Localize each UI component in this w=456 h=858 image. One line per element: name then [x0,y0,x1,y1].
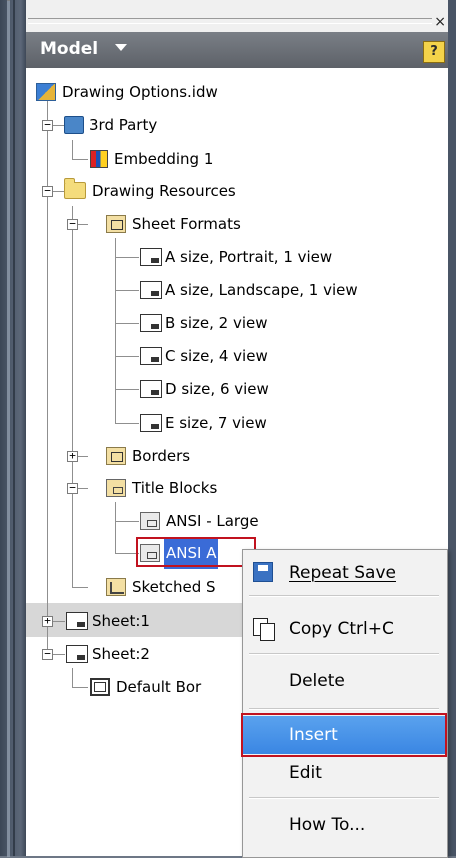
menu-separator [249,595,439,597]
collapse-icon[interactable]: − [42,185,53,197]
menu-separator [249,653,439,655]
context-menu: Repeat Save Copy Ctrl+C Delete Insert Ed… [241,549,448,858]
tree-label: Sheet:1 [92,612,150,630]
menu-item-how-to[interactable]: How To... [243,806,445,844]
menu-label: Edit [289,763,322,783]
menu-label: Delete [289,671,345,691]
collapse-icon[interactable]: − [42,119,53,131]
tree-line [47,98,48,653]
tree-label: E size, 7 view [165,414,267,432]
tree-label: Drawing Options.idw [62,83,218,101]
menu-label: How To... [289,815,366,835]
tree-label: Drawing Resources [92,182,236,200]
folder-icon [64,178,86,199]
browser-header: Model ? [26,32,448,68]
collapse-icon[interactable]: − [67,482,78,494]
borders-folder-icon [106,447,126,465]
menu-label: Copy Ctrl+C [289,619,394,639]
title-block-icon [140,512,160,530]
tree-label: 3rd Party [89,116,158,134]
help-icon[interactable]: ? [423,41,445,63]
menu-separator [249,708,439,710]
menu-item-delete[interactable]: Delete [243,662,445,700]
third-party-icon [64,116,84,134]
chevron-down-icon[interactable] [115,44,127,51]
tree-label: ANSI - Large [166,512,259,530]
menu-label: Repeat Save [289,563,396,583]
panel-title-strip: × [26,0,448,33]
tree-label: Title Blocks [132,479,218,497]
expand-icon[interactable]: + [42,615,53,627]
tree-label: A size, Landscape, 1 view [165,281,358,299]
title-blocks-folder-icon [106,479,126,497]
menu-item-edit[interactable]: Edit [243,754,445,792]
sheet-icon [66,612,88,630]
selection-highlight-box [136,537,256,567]
save-icon [253,562,273,582]
tree-label: Sketched S [132,578,216,596]
sheet-format-icon [140,281,162,299]
close-icon[interactable]: × [434,14,446,30]
tree-label: A size, Portrait, 1 view [165,248,333,266]
tree-label: Embedding 1 [114,150,214,168]
tree-label: Sheet Formats [132,215,241,233]
menu-separator [249,797,439,799]
insert-highlight-box [241,713,447,757]
drawing-file-icon [36,83,56,101]
tree-label: B size, 2 view [165,314,268,332]
menu-item-repeat-save[interactable]: Repeat Save [243,554,445,592]
sheet-format-icon [140,314,162,332]
panel-grip[interactable] [28,18,432,24]
sheet-format-icon [140,248,162,266]
tree-label: Borders [132,447,191,465]
window-left-edge [0,0,26,857]
sheet-icon [66,645,88,663]
tree-label: Sheet:2 [92,645,150,663]
sketched-symbols-icon [106,578,126,596]
sheet-format-icon [140,347,162,365]
browser-title[interactable]: Model [40,39,98,59]
tree-label: C size, 4 view [165,347,268,365]
copy-icon [253,618,275,641]
tree-label: D size, 6 view [165,380,269,398]
sheet-format-icon [140,414,162,432]
collapse-icon[interactable]: − [42,648,53,660]
sheet-format-icon [140,380,162,398]
embedding-icon [90,150,108,168]
border-icon [90,678,110,696]
sheet-format-folder-icon [106,215,126,233]
window-right-edge [448,0,456,856]
tree-label: Default Bor [116,678,202,696]
collapse-icon[interactable]: − [67,218,78,230]
expand-icon[interactable]: + [67,450,78,462]
menu-item-copy[interactable]: Copy Ctrl+C [243,610,445,648]
